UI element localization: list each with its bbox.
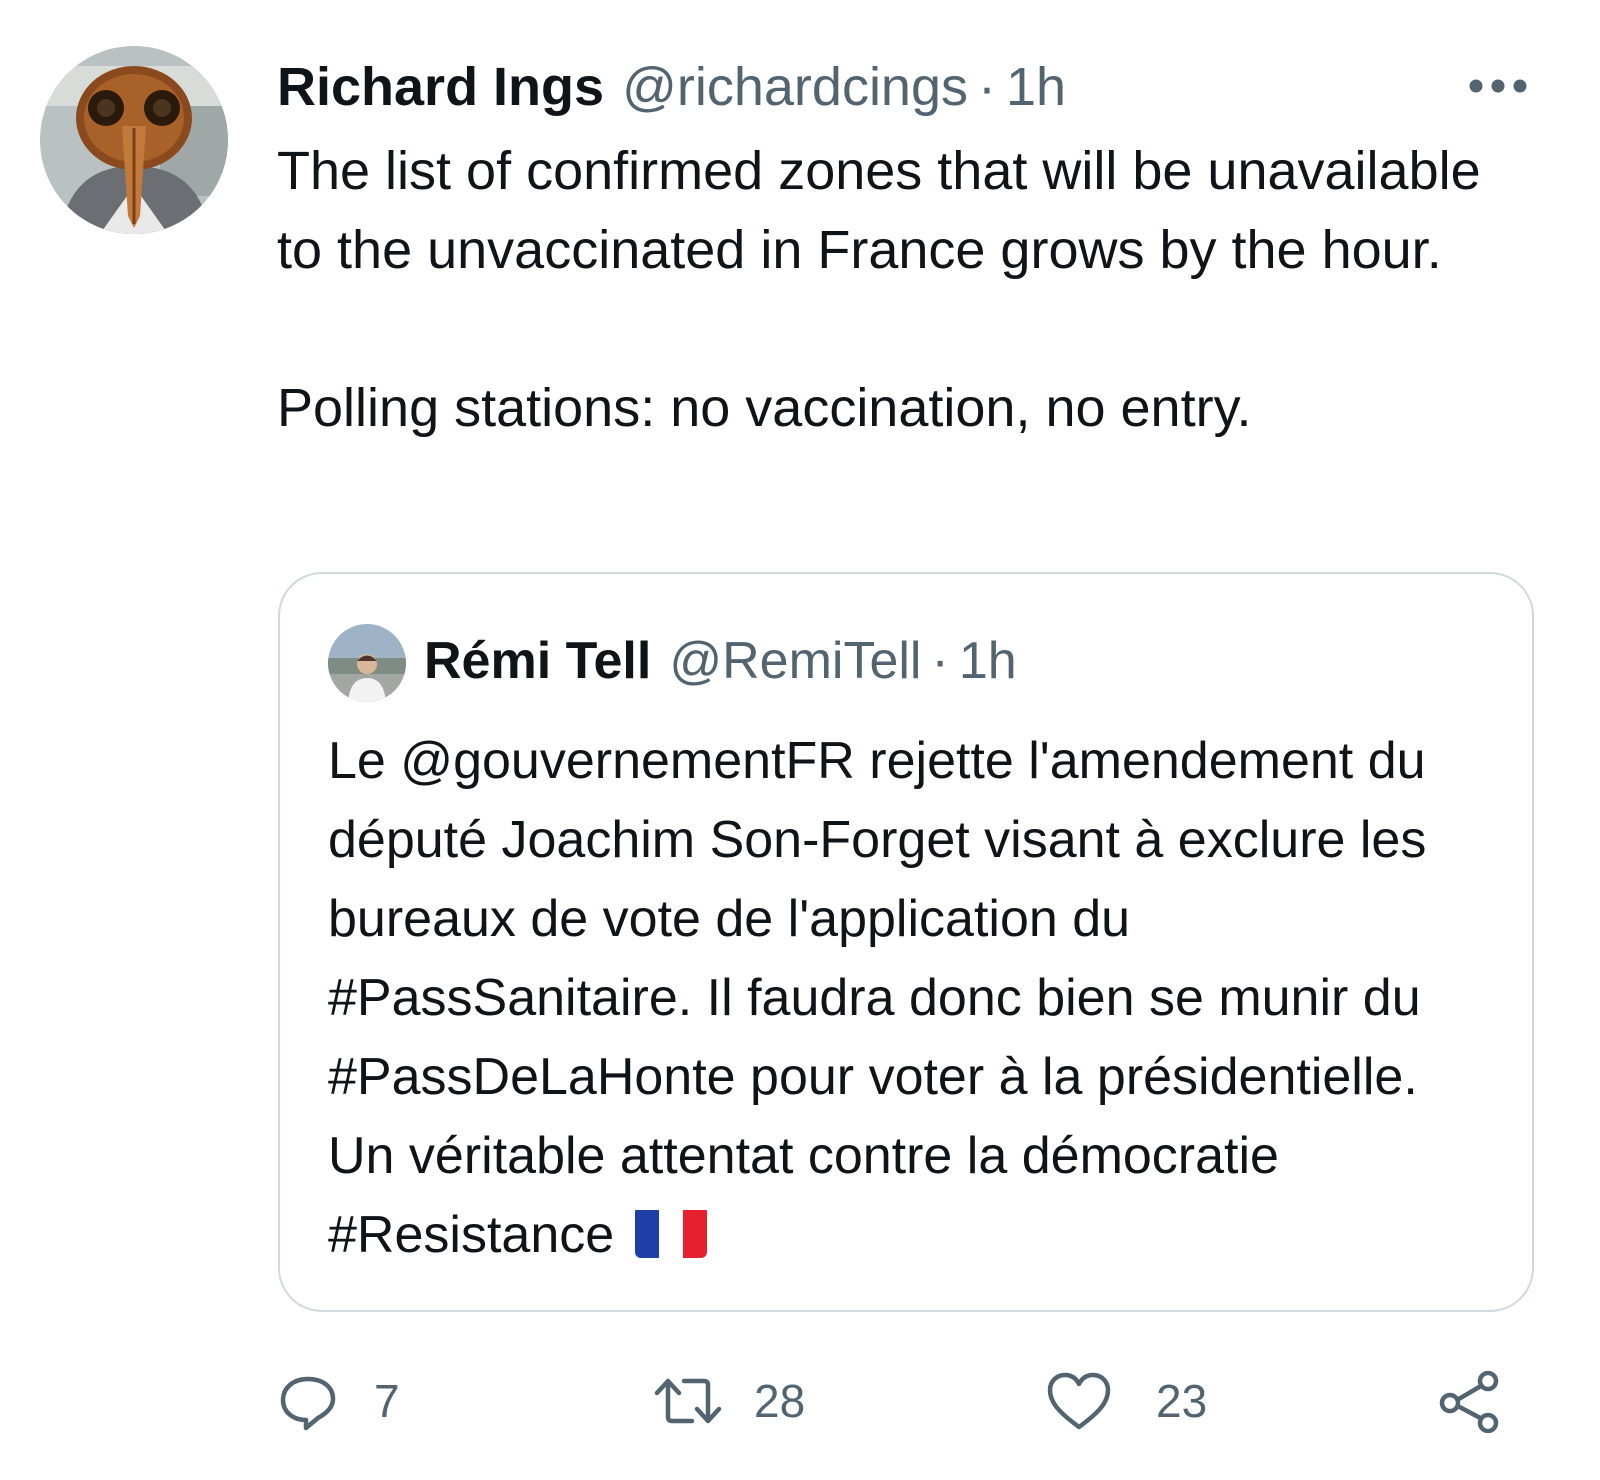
quoted-author-avatar[interactable] bbox=[328, 624, 406, 702]
tweet-header: Richard Ings @richardcings · 1h bbox=[277, 52, 1066, 122]
retweet-count: 28 bbox=[754, 1375, 806, 1427]
reply-button[interactable]: 7 bbox=[278, 1366, 400, 1436]
quoted-tweet-text-block: Le @gouvernementFR rejette l'amendement … bbox=[328, 722, 1498, 1275]
author-name[interactable]: Richard Ings bbox=[277, 52, 604, 122]
retweet-icon bbox=[654, 1378, 722, 1424]
reply-icon bbox=[280, 1376, 336, 1431]
separator-dot: · bbox=[978, 57, 996, 117]
retweet-button[interactable]: 28 bbox=[652, 1366, 805, 1436]
like-count: 23 bbox=[1156, 1375, 1208, 1427]
like-button[interactable]: 23 bbox=[1046, 1366, 1207, 1436]
quoted-tweet-text: Le @gouvernementFR rejette l'amendement … bbox=[328, 732, 1427, 1264]
author-avatar[interactable] bbox=[40, 46, 228, 234]
quoted-author-name: Rémi Tell bbox=[424, 632, 652, 690]
plague-doctor-avatar-image bbox=[40, 46, 228, 234]
tweet[interactable]: Richard Ings @richardcings · 1h The list… bbox=[0, 0, 1600, 1480]
more-icon bbox=[1469, 79, 1527, 93]
quoted-avatar-image bbox=[328, 624, 406, 702]
tweet-timestamp[interactable]: 1h bbox=[1006, 52, 1066, 122]
share-button[interactable] bbox=[1438, 1366, 1502, 1436]
france-flag-icon bbox=[634, 1206, 707, 1258]
reply-count: 7 bbox=[374, 1375, 400, 1427]
heart-icon bbox=[1047, 1372, 1111, 1430]
quoted-tweet[interactable]: Rémi Tell @RemiTell · 1h Le @gouvernemen… bbox=[278, 572, 1534, 1312]
share-icon bbox=[1439, 1370, 1499, 1433]
quoted-separator-dot: · bbox=[931, 632, 949, 690]
tweet-actions: 7 28 23 bbox=[278, 1366, 1538, 1436]
quoted-author-handle: @RemiTell bbox=[669, 632, 922, 690]
author-handle[interactable]: @richardcings bbox=[622, 52, 968, 122]
tweet-text: The list of confirmed zones that will be… bbox=[277, 141, 1481, 438]
quoted-tweet-timestamp: 1h bbox=[958, 632, 1017, 690]
more-options-button[interactable] bbox=[1466, 66, 1530, 106]
quoted-tweet-header: Rémi Tell @RemiTell · 1h bbox=[424, 626, 1017, 696]
